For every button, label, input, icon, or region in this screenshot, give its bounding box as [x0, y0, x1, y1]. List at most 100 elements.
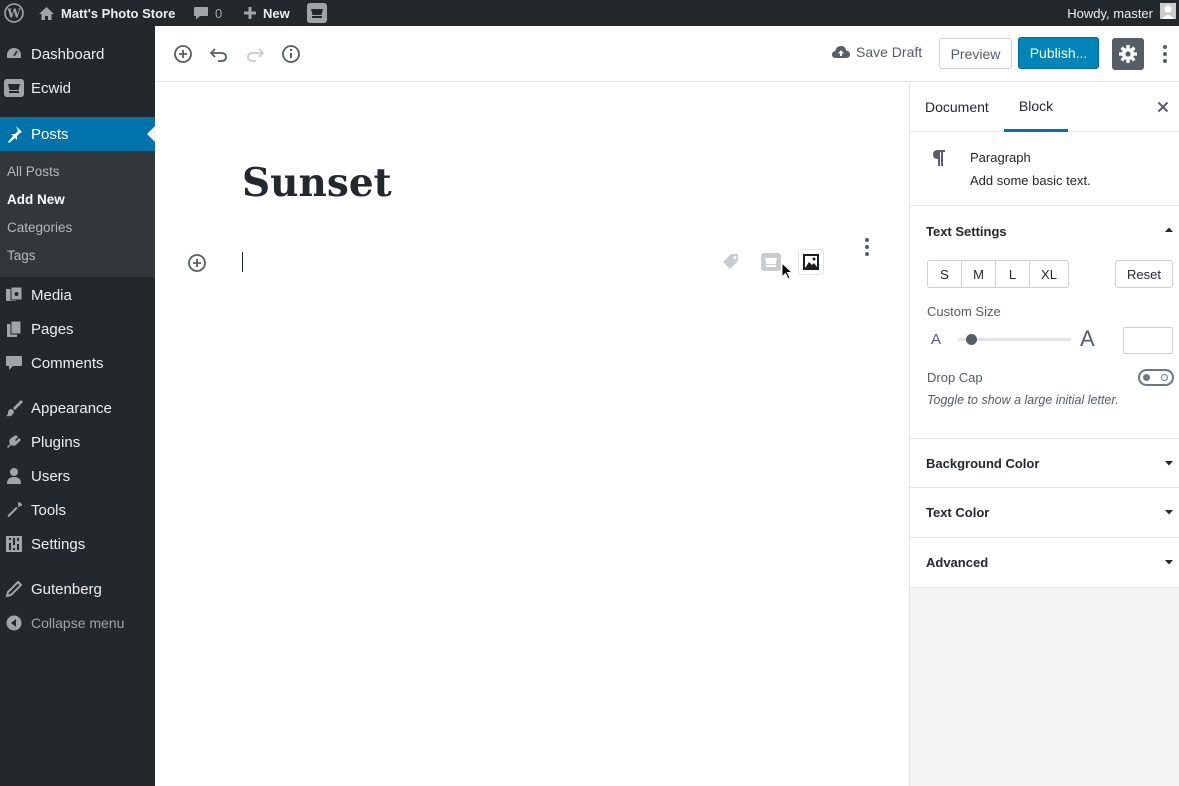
- submenu-all-posts[interactable]: All Posts: [7, 164, 60, 179]
- text-settings-toggle[interactable]: Text Settings: [910, 206, 1179, 256]
- text-settings-heading: Text Settings: [926, 223, 1007, 239]
- dashboard-icon: [4, 44, 24, 64]
- new-content-link[interactable]: New: [243, 0, 290, 26]
- mouse-cursor-icon: [781, 261, 794, 285]
- caret-up-icon: [1165, 227, 1173, 232]
- sidebar-item-label: Ecwid: [31, 79, 72, 97]
- admin-sidebar: Dashboard Ecwid Posts All Posts Add New …: [0, 26, 155, 786]
- more-menu-button[interactable]: [1155, 42, 1175, 66]
- settings-toggle-button[interactable]: [1112, 38, 1144, 70]
- font-size-picker: S M L XL: [927, 260, 1069, 288]
- admin-bar: W Matt's Photo Store 0 New Howdy, master: [0, 0, 1179, 26]
- block-inserter-button[interactable]: [187, 253, 207, 278]
- close-sidebar-button[interactable]: [1155, 99, 1171, 115]
- cloud-upload-icon: [832, 46, 850, 58]
- block-more-button[interactable]: [861, 237, 873, 257]
- custom-size-input[interactable]: [1123, 327, 1173, 354]
- sidebar-item-settings[interactable]: Settings: [0, 527, 155, 561]
- background-color-toggle[interactable]: Background Color: [910, 438, 1179, 488]
- save-draft-label: Save Draft: [856, 44, 923, 60]
- caret-down-icon: [1165, 510, 1173, 515]
- sidebar-item-label: Appearance: [31, 399, 112, 417]
- tab-block[interactable]: Block: [1004, 82, 1068, 132]
- wrench-icon: [4, 500, 24, 520]
- reset-button[interactable]: Reset: [1115, 260, 1173, 288]
- range-large-a: A: [1080, 326, 1095, 351]
- paragraph-block-input[interactable]: [242, 252, 243, 272]
- avatar[interactable]: [1160, 3, 1176, 19]
- redo-icon: [247, 48, 265, 62]
- redo-button[interactable]: [243, 42, 267, 66]
- close-icon: [1157, 101, 1169, 113]
- info-icon: [282, 45, 300, 63]
- sidebar-item-dashboard[interactable]: Dashboard: [0, 37, 155, 71]
- paragraph-icon: [932, 149, 946, 173]
- size-s-button[interactable]: S: [928, 261, 962, 287]
- size-xl-button[interactable]: XL: [1030, 261, 1068, 287]
- pencil-icon: [4, 579, 24, 599]
- info-button[interactable]: [279, 42, 303, 66]
- store-block-button[interactable]: [759, 250, 783, 274]
- plugin-icon: [4, 432, 24, 452]
- sidebar-item-label: Comments: [31, 354, 104, 372]
- sidebar-item-label: Dashboard: [31, 45, 105, 63]
- media-icon: [4, 285, 24, 305]
- sidebar-item-media[interactable]: Media: [0, 278, 155, 312]
- sidebar-item-comments[interactable]: Comments: [0, 346, 155, 380]
- custom-size-label: Custom Size: [927, 304, 1001, 319]
- advanced-heading: Advanced: [926, 555, 989, 570]
- toggle-off-indicator: [1161, 374, 1168, 381]
- site-name-link[interactable]: Matt's Photo Store: [38, 0, 175, 26]
- drop-cap-toggle[interactable]: [1138, 369, 1174, 386]
- size-m-button[interactable]: M: [962, 261, 996, 287]
- add-block-button[interactable]: [171, 42, 195, 66]
- sidebar-item-label: Media: [31, 286, 72, 304]
- users-icon: [4, 466, 24, 486]
- preview-button[interactable]: Preview: [939, 38, 1012, 69]
- pin-icon: [4, 124, 24, 144]
- svg-text:W: W: [6, 7, 21, 21]
- plus-circle-icon: [174, 45, 192, 63]
- tag-block-button[interactable]: [719, 250, 743, 274]
- new-label: New: [263, 5, 290, 21]
- sidebar-item-tools[interactable]: Tools: [0, 493, 155, 527]
- gear-icon: [1119, 45, 1137, 63]
- caret-down-icon: [1165, 560, 1173, 565]
- range-small-a: A: [931, 331, 942, 348]
- store-icon[interactable]: [307, 0, 327, 26]
- submenu-add-new[interactable]: Add New: [7, 192, 65, 207]
- sidebar-item-pages[interactable]: Pages: [0, 312, 155, 346]
- comments-count: 0: [215, 5, 223, 21]
- submenu-categories[interactable]: Categories: [7, 220, 72, 235]
- save-draft-button[interactable]: Save Draft: [832, 44, 922, 60]
- wordpress-logo-icon[interactable]: W: [4, 0, 24, 26]
- image-block-button[interactable]: [798, 249, 824, 275]
- undo-button[interactable]: [207, 42, 231, 66]
- sidebar-item-appearance[interactable]: Appearance: [0, 391, 155, 425]
- posts-submenu: All Posts Add New Categories Tags: [0, 151, 155, 277]
- collapse-menu-button[interactable]: Collapse menu: [0, 606, 155, 640]
- sidebar-item-label: Gutenberg: [31, 580, 102, 598]
- publish-button[interactable]: Publish...: [1018, 37, 1099, 69]
- tab-document[interactable]: Document: [925, 82, 989, 132]
- toggle-knob: [1143, 374, 1150, 381]
- settings-panel: Document Block Paragraph Add some basic …: [910, 82, 1179, 588]
- editor-header: Save Draft Preview Publish...: [155, 26, 1179, 82]
- comments-icon: [4, 353, 24, 373]
- custom-size-slider-thumb[interactable]: [966, 334, 977, 345]
- editor-content: Sunset: [155, 82, 909, 786]
- sidebar-item-ecwid[interactable]: Ecwid: [0, 71, 155, 105]
- tag-icon: [723, 254, 738, 269]
- submenu-tags[interactable]: Tags: [7, 248, 36, 263]
- howdy-user[interactable]: Howdy, master: [1067, 0, 1153, 26]
- post-title[interactable]: Sunset: [242, 160, 392, 206]
- cart-icon: [4, 78, 24, 98]
- advanced-toggle[interactable]: Advanced: [910, 538, 1179, 588]
- sidebar-item-gutenberg[interactable]: Gutenberg: [0, 572, 155, 606]
- text-color-toggle[interactable]: Text Color: [910, 488, 1179, 538]
- sidebar-item-posts[interactable]: Posts: [0, 117, 155, 151]
- size-l-button[interactable]: L: [996, 261, 1030, 287]
- sidebar-item-plugins[interactable]: Plugins: [0, 425, 155, 459]
- comments-link[interactable]: 0: [193, 0, 222, 26]
- sidebar-item-users[interactable]: Users: [0, 459, 155, 493]
